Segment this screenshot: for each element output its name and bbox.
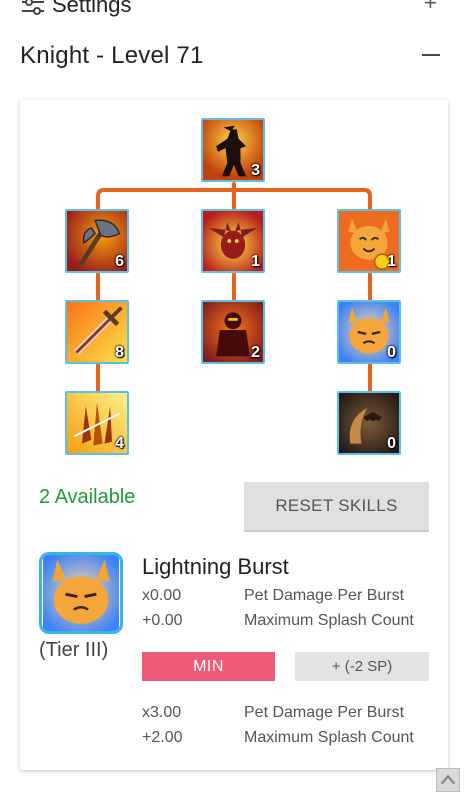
next-stat-label: Pet Damage Per Burst — [244, 704, 405, 721]
skill-lightning-pet[interactable]: 0 — [337, 300, 401, 364]
skill-axe[interactable]: 6 — [65, 209, 129, 273]
skill-level: 0 — [387, 435, 396, 452]
selected-skill-icon — [39, 552, 123, 634]
next-stat-value: +2.00 — [142, 729, 183, 746]
reset-skills-button[interactable]: RESET SKILLS — [244, 482, 429, 532]
available-points: 2 Available — [39, 486, 136, 508]
chevron-up-icon — [440, 774, 456, 785]
skill-shadow-knight[interactable]: 2 — [201, 300, 265, 364]
skill-root[interactable]: 3 — [201, 118, 265, 182]
next-stat-value: x3.00 — [142, 704, 182, 721]
skill-level: 2 — [251, 344, 260, 361]
next-stat-label: Maximum Splash Count — [244, 729, 414, 746]
current-stat-label: Maximum Splash Count — [244, 612, 414, 629]
current-stat-value: +0.00 — [142, 612, 183, 629]
skill-horn-bat[interactable]: 0 — [337, 391, 401, 455]
skill-level: 8 — [115, 344, 124, 361]
skill-level: 6 — [115, 253, 124, 270]
skill-level: 4 — [115, 435, 124, 452]
skill-sword-strike[interactable]: 8 — [65, 300, 129, 364]
skill-demon[interactable]: 1 — [201, 209, 265, 273]
skill-level: 1 — [251, 253, 260, 270]
skill-level: 3 — [251, 162, 260, 179]
lightning-pet-icon — [43, 555, 119, 631]
current-stat-value: x0.00 — [142, 587, 182, 604]
scroll-top-button[interactable] — [436, 768, 460, 792]
skill-blade-flurry[interactable]: 4 — [65, 391, 129, 455]
skill-tier: (Tier III) — [39, 639, 109, 661]
skill-pet-cheer[interactable]: 1 — [337, 209, 401, 273]
skill-level: 1 — [387, 253, 396, 270]
skill-tree: 3 6 1 1 8 2 0 4 0 — [0, 0, 468, 470]
current-stat-label: Pet Damage Per Burst — [244, 587, 405, 604]
min-button[interactable]: MIN — [142, 652, 275, 681]
skill-name: Lightning Burst — [142, 554, 289, 579]
skill-level: 0 — [387, 344, 396, 361]
upgrade-skill-button[interactable]: + (-2 SP) — [295, 652, 429, 681]
